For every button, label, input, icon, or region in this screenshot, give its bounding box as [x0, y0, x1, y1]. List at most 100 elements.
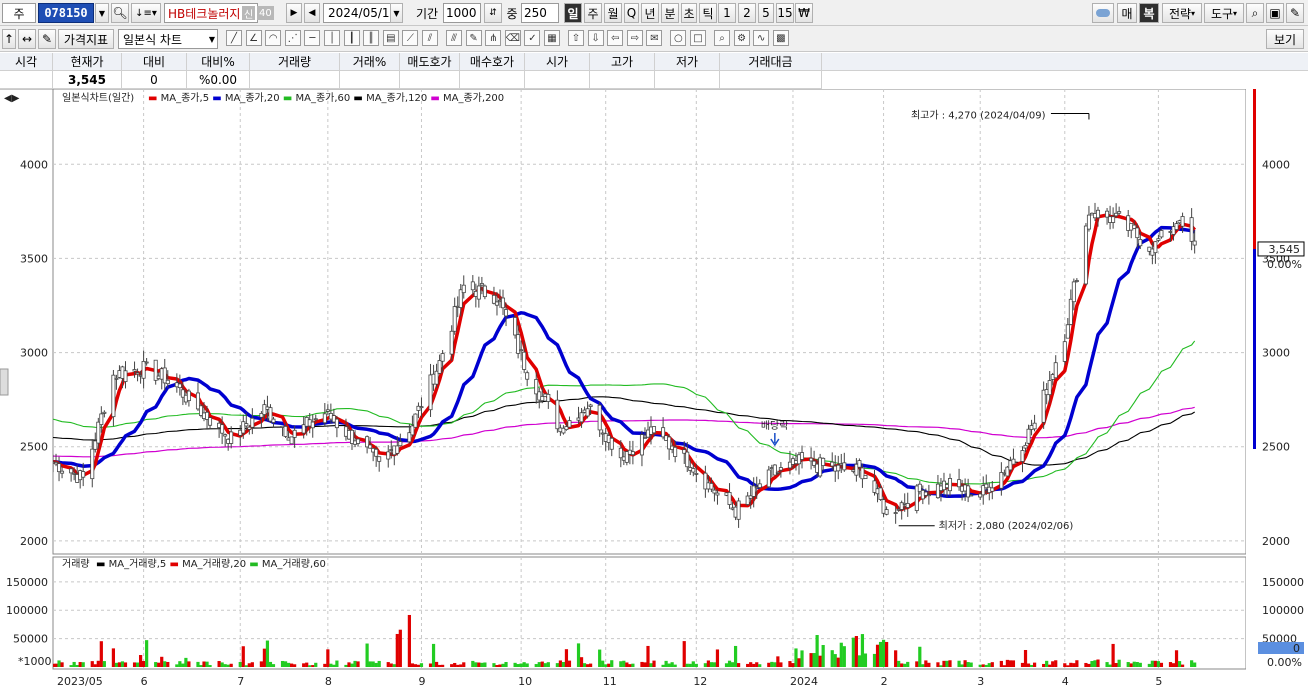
- cloud-icon[interactable]: [1092, 3, 1114, 23]
- channel-icon[interactable]: ⫻: [446, 30, 462, 46]
- zoom-icon[interactable]: ⌕: [714, 30, 730, 46]
- won-icon[interactable]: ₩: [795, 3, 813, 23]
- period-button-9[interactable]: 2: [738, 3, 756, 23]
- up-arrow-icon[interactable]: ⇧: [568, 30, 584, 46]
- candle-body: [1032, 422, 1037, 430]
- stock-code-input[interactable]: 078150: [38, 3, 94, 23]
- period-button-10[interactable]: 5: [758, 3, 774, 23]
- overlap-input[interactable]: 250: [521, 3, 559, 23]
- volume-bar: [534, 664, 538, 667]
- view-button[interactable]: 보기: [1266, 29, 1304, 49]
- volume-bar: [752, 663, 756, 667]
- quote-value: [460, 71, 525, 89]
- cycle-lines-icon[interactable]: ▤: [382, 30, 399, 46]
- code-dropdown-icon[interactable]: ▼: [95, 3, 109, 23]
- volume-bar: [293, 664, 297, 667]
- volume-bar: [1147, 663, 1151, 667]
- candle-body: [618, 447, 623, 459]
- candle-body: [821, 457, 826, 467]
- delete-all-icon[interactable]: ▦: [544, 30, 560, 46]
- fan-icon[interactable]: ⋰: [284, 30, 301, 46]
- save-icon[interactable]: ▣: [1266, 3, 1284, 23]
- box-grid-icon[interactable]: ▩: [772, 30, 789, 46]
- date-dropdown-icon[interactable]: ▼: [390, 3, 403, 23]
- candle-body: [957, 479, 962, 488]
- candle-body: [757, 483, 762, 488]
- price-indicator-button[interactable]: 가격지표: [58, 29, 114, 49]
- note-icon[interactable]: ✉: [646, 30, 663, 46]
- bars-icon[interactable]: ┃: [343, 30, 360, 46]
- settings-gear-icon[interactable]: ⚙: [733, 30, 750, 46]
- right-arrow-icon[interactable]: ⇨: [626, 30, 643, 46]
- candle-body: [1071, 281, 1076, 303]
- period-input[interactable]: 1000: [443, 3, 481, 23]
- left-arrow-icon[interactable]: ⇦: [607, 30, 624, 46]
- line-icon[interactable]: ╱: [226, 30, 242, 46]
- volume-bar: [625, 662, 629, 667]
- volume-bar: [477, 662, 481, 667]
- candle-body: [461, 284, 466, 294]
- multi-button[interactable]: 복: [1139, 3, 1159, 23]
- period-button-8[interactable]: 1: [718, 3, 736, 23]
- volume-bar: [244, 665, 248, 667]
- pencil-icon[interactable]: ✎: [465, 30, 482, 46]
- candle-body: [437, 360, 442, 374]
- period-button-7[interactable]: 틱: [699, 3, 717, 23]
- vertical-line-icon[interactable]: │: [324, 30, 340, 46]
- strategy-button[interactable]: 전략 ▾: [1162, 3, 1202, 23]
- period-button-5[interactable]: 분: [661, 3, 679, 23]
- period-button-1[interactable]: 주: [584, 3, 602, 23]
- period-button-0[interactable]: 일: [564, 3, 582, 23]
- wrench-icon[interactable]: ✎: [1286, 3, 1304, 23]
- volume-bar: [812, 653, 816, 667]
- candle-body: [830, 461, 835, 467]
- volume-bar: [903, 663, 907, 667]
- eraser-icon[interactable]: ⌫: [504, 30, 521, 46]
- buy-button[interactable]: 매: [1117, 3, 1137, 23]
- search-chart-icon[interactable]: ⌕: [1246, 3, 1264, 23]
- period-button-3[interactable]: Q: [624, 3, 639, 23]
- sort-icon[interactable]: ↓≡▾: [131, 3, 161, 23]
- volume-bar: [250, 662, 254, 667]
- pitchfork-icon[interactable]: ⋔: [485, 30, 502, 46]
- period-button-11[interactable]: 15: [776, 3, 794, 23]
- volume-bar: [601, 660, 605, 667]
- slant-line-icon[interactable]: ⟋: [402, 30, 419, 46]
- volume-bar: [1084, 662, 1088, 667]
- angle-line-icon[interactable]: ∠: [245, 30, 262, 46]
- down-arrow-icon[interactable]: ⇩: [587, 30, 604, 46]
- stock-chart[interactable]: 4000 40003500 35003000 30002500 25002000 2000…: [0, 89, 1308, 689]
- edit-icon[interactable]: ✎: [38, 29, 56, 49]
- volume-bar: [1138, 662, 1142, 667]
- indicator-arrow-icon[interactable]: ↔: [18, 29, 36, 49]
- volume-bar: [1075, 660, 1079, 667]
- parallel-icon[interactable]: ⫽: [422, 30, 438, 46]
- table-grid-icon[interactable]: ║: [363, 30, 380, 46]
- volume-bar: [78, 662, 82, 667]
- volume-bar: [163, 661, 167, 667]
- horizontal-line-icon[interactable]: ─: [304, 30, 321, 46]
- period-button-4[interactable]: 년: [641, 3, 659, 23]
- wave-icon[interactable]: ∿: [753, 30, 770, 46]
- chart-type-select[interactable]: 일본식 차트 ▼: [118, 29, 218, 49]
- candle-body: [694, 473, 699, 475]
- prev-arrow-icon[interactable]: ◀: [304, 3, 320, 23]
- volume-bar: [471, 660, 475, 667]
- period-button-6[interactable]: 초: [681, 3, 697, 23]
- market-type-select[interactable]: 주: [2, 3, 36, 23]
- next-arrow-icon[interactable]: ▶: [286, 3, 302, 23]
- search-icon[interactable]: 🔍︎: [111, 3, 129, 23]
- arc-icon[interactable]: ◠: [265, 30, 282, 46]
- up-arrow-icon[interactable]: ↑: [2, 29, 16, 49]
- volume-bar: [897, 660, 901, 667]
- rectangle-icon[interactable]: □: [690, 30, 706, 46]
- strategy-dropdown-icon: ▾: [1191, 8, 1196, 18]
- volume-bar: [610, 660, 614, 667]
- circle-icon[interactable]: ○: [670, 30, 687, 46]
- candle-body: [165, 379, 170, 385]
- tools-button[interactable]: 도구 ▾: [1204, 3, 1244, 23]
- candle-body: [102, 411, 107, 414]
- period-button-2[interactable]: 월: [604, 3, 622, 23]
- period-spin-icon[interactable]: ⇵: [484, 3, 502, 23]
- marker-icon[interactable]: ✓: [524, 30, 541, 46]
